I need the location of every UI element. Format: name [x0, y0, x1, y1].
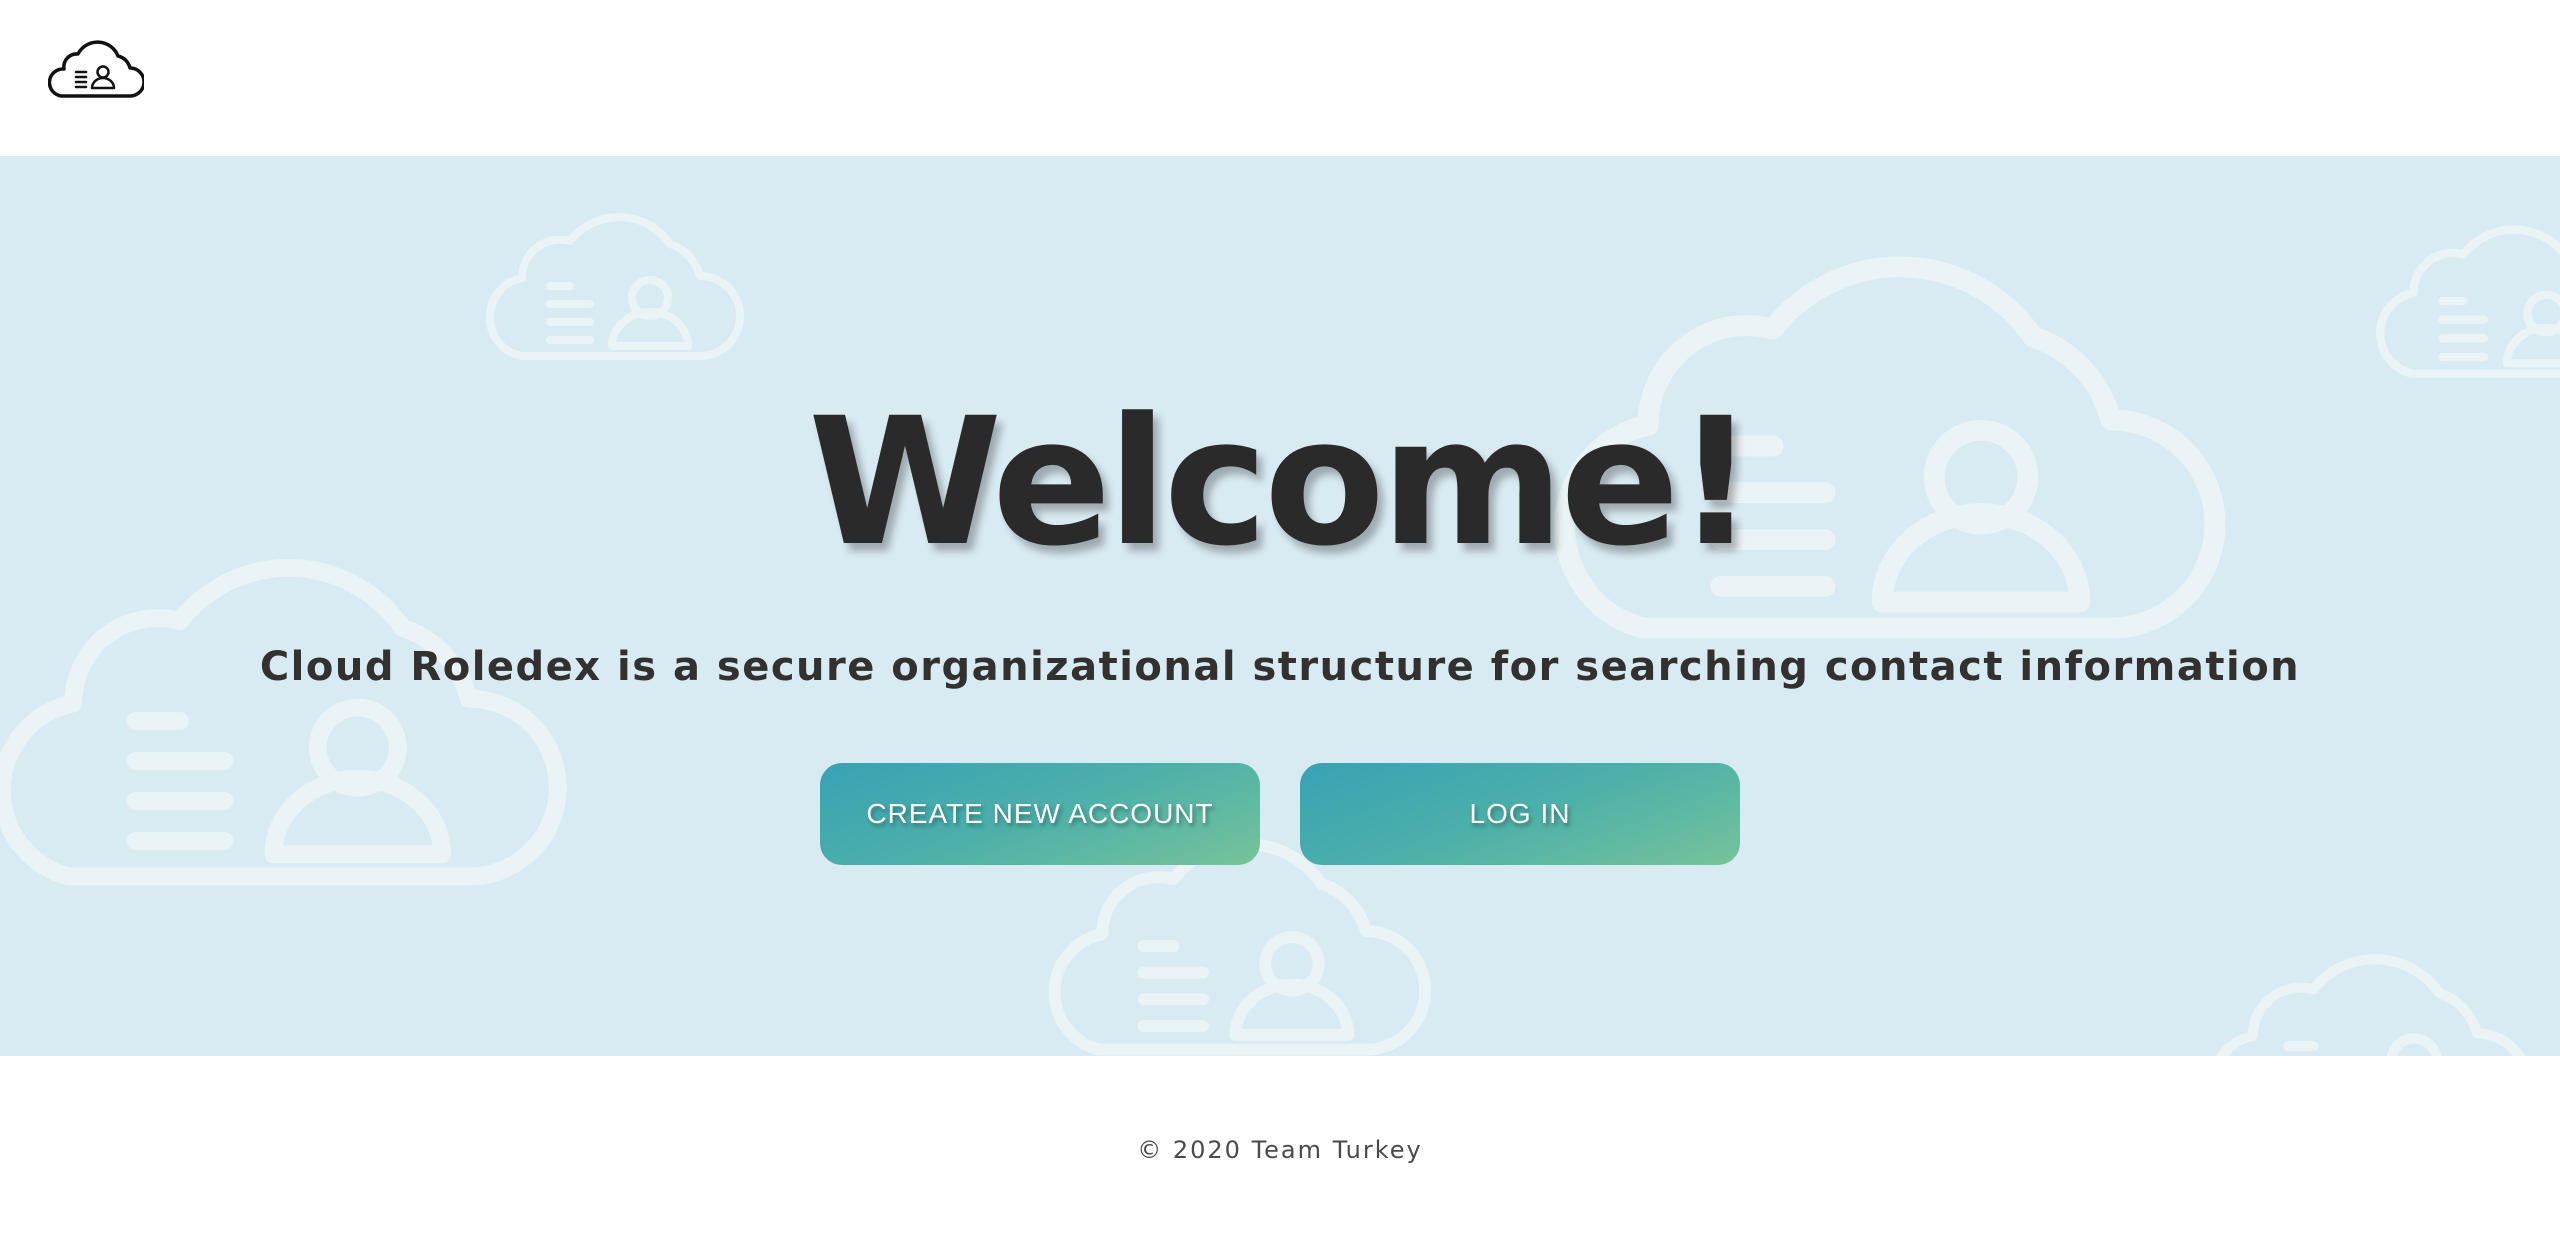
background-cloud-icon — [480, 186, 750, 386]
cloud-contact-logo-icon[interactable] — [47, 34, 146, 104]
welcome-title: Welcome! — [808, 380, 1756, 585]
hero-section: Welcome! Cloud Roledex is a secure organ… — [0, 156, 2560, 1056]
copyright-text: © 2020 Team Turkey — [1137, 1136, 1423, 1164]
site-footer: © 2020 Team Turkey — [0, 1056, 2560, 1234]
log-in-button[interactable]: LOG IN — [1300, 763, 1740, 865]
create-new-account-label: CREATE NEW ACCOUNT — [866, 798, 1214, 829]
site-header — [0, 0, 2560, 156]
log-in-label: LOG IN — [1469, 798, 1571, 829]
create-new-account-button[interactable]: CREATE NEW ACCOUNT — [820, 763, 1260, 865]
background-cloud-icon — [2200, 916, 2540, 1056]
tagline: Cloud Roledex is a secure organizational… — [259, 644, 2301, 690]
